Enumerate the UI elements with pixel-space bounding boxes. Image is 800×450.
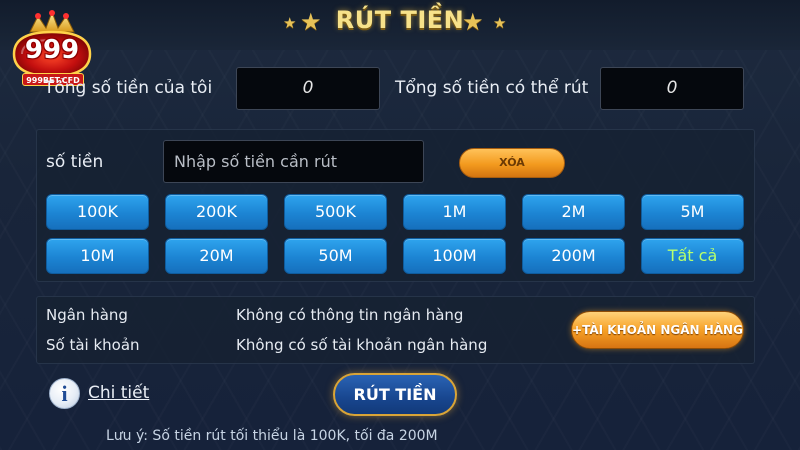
amount-option-5m[interactable]: 5M	[641, 194, 744, 230]
amount-input[interactable]	[163, 140, 424, 183]
withdraw-note: Lưu ý: Số tiền rút tối thiểu là 100K, tố…	[106, 428, 438, 444]
withdrawable-balance-value: 0	[600, 67, 744, 110]
title-bar: ★ ★ RÚT TIỀN ★ ★	[0, 0, 800, 50]
star-icon: ★	[493, 14, 507, 32]
add-bank-account-button[interactable]: +TÀI KHOẢN NGÂN HÀNG	[571, 311, 744, 349]
amount-option-20m[interactable]: 20M	[165, 238, 268, 274]
amount-option-2m[interactable]: 2M	[522, 194, 625, 230]
withdrawable-balance-label: Tổng số tiền có thể rút	[395, 78, 589, 98]
withdraw-button[interactable]: RÚT TIỀN	[333, 373, 457, 416]
my-balance-label: Tổng số tiền của tôi	[44, 78, 213, 98]
amount-option-200k[interactable]: 200K	[165, 194, 268, 230]
amount-label: số tiền	[46, 152, 104, 172]
amount-option-50m[interactable]: 50M	[284, 238, 387, 274]
page-title: RÚT TIỀN	[335, 6, 465, 34]
bank-label: Ngân hàng	[46, 306, 128, 324]
my-balance-value: 0	[236, 67, 380, 110]
amount-option-100m[interactable]: 100M	[403, 238, 506, 274]
amount-option-500k[interactable]: 500K	[284, 194, 387, 230]
info-icon[interactable]: i	[49, 378, 80, 409]
amount-option-100k[interactable]: 100K	[46, 194, 149, 230]
star-icon: ★	[462, 8, 484, 36]
detail-link[interactable]: Chi tiết	[88, 383, 149, 403]
amount-option-200m[interactable]: 200M	[522, 238, 625, 274]
bank-value: Không có thông tin ngân hàng	[236, 306, 464, 324]
account-number-value: Không có số tài khoản ngân hàng	[236, 336, 488, 354]
account-number-label: Số tài khoản	[46, 336, 140, 354]
amount-option-1m[interactable]: 1M	[403, 194, 506, 230]
amount-option-all[interactable]: Tất cả	[641, 238, 744, 274]
amount-option-10m[interactable]: 10M	[46, 238, 149, 274]
brand-logo: 999 999BET.CFD	[8, 10, 96, 88]
logo-number: 999	[24, 35, 80, 65]
clear-button[interactable]: XÓA	[459, 148, 565, 178]
